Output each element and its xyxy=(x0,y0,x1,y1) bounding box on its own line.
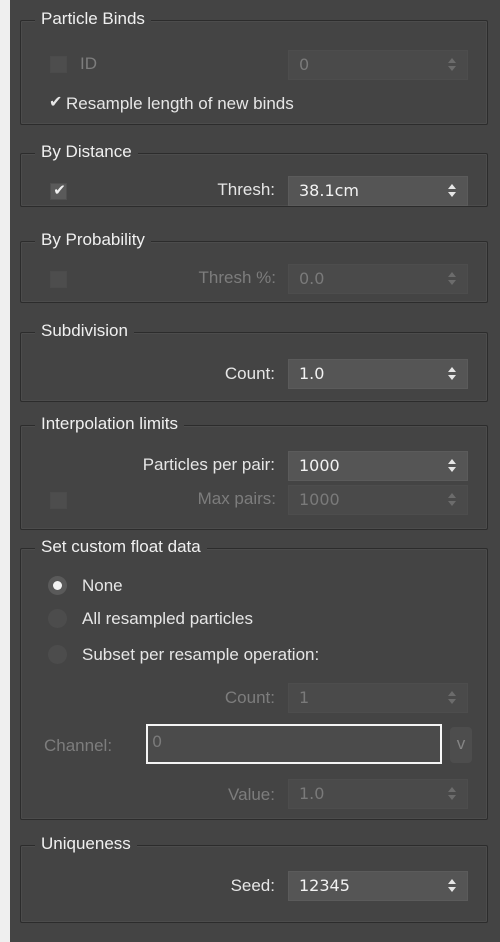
max-pairs-checkbox[interactable] xyxy=(50,492,67,509)
particles-per-pair-label: Particles per pair: xyxy=(142,455,275,474)
float-count-label: Count: xyxy=(224,688,275,707)
group-title: By Probability xyxy=(35,230,151,250)
particles-per-pair-spinner[interactable]: 1000 xyxy=(288,451,468,481)
max-pairs-spinner[interactable]: 1000 xyxy=(288,485,468,515)
thresh-percent-label: Thresh %: xyxy=(198,268,276,287)
thresh-value: 38.1cm xyxy=(299,181,360,200)
id-label: ID xyxy=(80,54,97,73)
float-count-value: 1 xyxy=(299,688,310,707)
radio-subset-label[interactable]: Subset per resample operation: xyxy=(82,645,319,665)
particles-per-pair-value: 1000 xyxy=(299,456,340,475)
value-spinner[interactable]: 1.0 xyxy=(288,779,468,809)
thresh-percent-value: 0.0 xyxy=(299,269,325,288)
value-value: 1.0 xyxy=(299,784,325,803)
thresh-spinner[interactable]: 38.1cm xyxy=(288,176,468,206)
count-spinner[interactable]: 1.0 xyxy=(288,359,468,389)
group-title: Uniqueness xyxy=(35,834,137,854)
id-spinner[interactable]: 0 xyxy=(288,50,468,80)
spinner-arrows-icon[interactable] xyxy=(447,54,457,76)
id-checkbox[interactable] xyxy=(50,56,67,73)
spinner-arrows-icon[interactable] xyxy=(447,268,457,290)
group-title: Subdivision xyxy=(35,321,134,341)
radio-subset[interactable] xyxy=(48,645,67,664)
id-value: 0 xyxy=(299,55,310,74)
float-count-spinner[interactable]: 1 xyxy=(288,683,468,713)
spinner-arrows-icon[interactable] xyxy=(447,489,457,511)
group-title: By Distance xyxy=(35,142,138,162)
channel-value: 0 xyxy=(152,732,163,751)
channel-label: Channel: xyxy=(44,736,113,755)
max-pairs-label: Max pairs: xyxy=(197,489,276,508)
resample-label[interactable]: Resample length of new binds xyxy=(66,94,294,114)
seed-value: 12345 xyxy=(299,876,350,895)
spinner-arrows-icon[interactable] xyxy=(447,180,457,202)
spinner-arrows-icon[interactable] xyxy=(447,875,457,897)
radio-all-resampled-label[interactable]: All resampled particles xyxy=(82,609,253,629)
spinner-arrows-icon[interactable] xyxy=(447,455,457,477)
thresh-percent-spinner[interactable]: 0.0 xyxy=(288,264,468,294)
resample-checkmark-icon[interactable]: ✔ xyxy=(49,92,62,112)
seed-spinner[interactable]: 12345 xyxy=(288,871,468,901)
max-pairs-value: 1000 xyxy=(299,490,340,509)
spinner-arrows-icon[interactable] xyxy=(447,687,457,709)
seed-label: Seed: xyxy=(230,876,275,895)
group-title: Interpolation limits xyxy=(35,414,185,434)
checkmark-icon: ✔ xyxy=(53,181,66,199)
group-title: Particle Binds xyxy=(35,9,151,29)
spinner-arrows-icon[interactable] xyxy=(447,363,457,385)
channel-v-button[interactable]: v xyxy=(450,727,472,763)
thresh-label: Thresh: xyxy=(217,180,275,199)
spinner-arrows-icon[interactable] xyxy=(447,783,457,805)
radio-all-resampled[interactable] xyxy=(48,609,67,628)
value-label: Value: xyxy=(228,785,275,804)
radio-none-label[interactable]: None xyxy=(82,576,123,596)
count-value: 1.0 xyxy=(299,364,325,383)
channel-input[interactable]: 0 xyxy=(146,724,442,764)
by-probability-checkbox[interactable] xyxy=(50,271,67,288)
group-title: Set custom float data xyxy=(35,537,207,557)
radio-none[interactable] xyxy=(48,576,67,595)
count-label: Count: xyxy=(224,364,275,383)
by-distance-checkbox[interactable]: ✔ xyxy=(50,181,67,200)
left-edge xyxy=(0,0,10,942)
